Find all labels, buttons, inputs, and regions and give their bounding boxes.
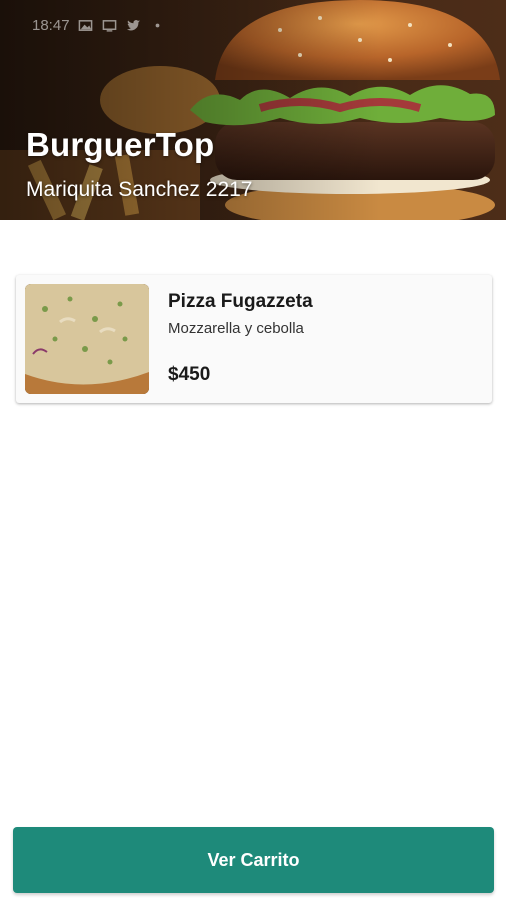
- product-description: Mozzarella y cebolla: [168, 320, 304, 337]
- restaurant-header: 18:47 BurguerTop Mariquita Sanchez 2217: [0, 0, 506, 220]
- product-title: Pizza Fugazzeta: [168, 291, 313, 312]
- status-time: 18:47: [32, 16, 70, 34]
- product-price: $450: [168, 364, 211, 385]
- twitter-icon: [126, 17, 142, 33]
- view-cart-button[interactable]: Ver Carrito: [13, 827, 494, 893]
- restaurant-address: Mariquita Sanchez 2217: [26, 178, 253, 201]
- product-card[interactable]: Pizza Fugazzeta Mozzarella y cebolla $45…: [16, 275, 492, 403]
- restaurant-name: BurguerTop: [26, 126, 215, 163]
- product-image: [25, 284, 149, 394]
- dot-icon: [150, 17, 166, 33]
- cast-icon: [102, 17, 118, 33]
- image-icon: [78, 17, 94, 33]
- status-bar: 18:47: [0, 0, 506, 50]
